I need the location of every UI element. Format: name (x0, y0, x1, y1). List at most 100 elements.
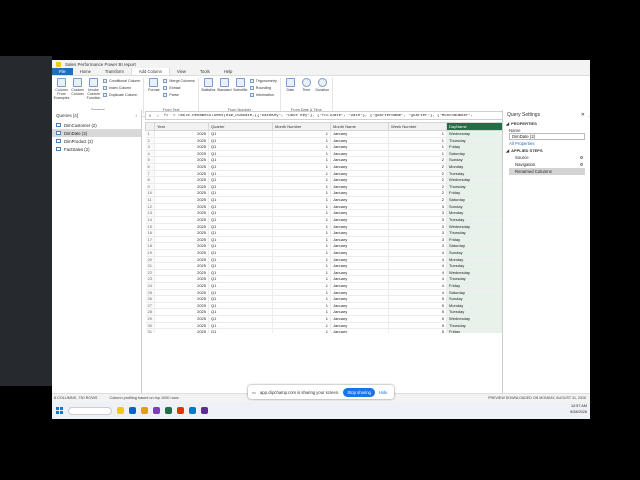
step-navigation[interactable]: Navigation (509, 161, 585, 168)
table-cell[interactable]: 3 (388, 209, 447, 217)
table-cell[interactable]: Q1 (208, 196, 273, 204)
table-cell[interactable]: 1 (272, 295, 331, 303)
table-cell[interactable]: January (330, 315, 389, 323)
table-row[interactable]: 31 2025 Q1 1 January 5 Friday (145, 328, 544, 333)
outlook-app-icon[interactable] (189, 407, 196, 414)
extract-button[interactable]: Extract (163, 85, 194, 91)
table-cell[interactable]: 5 (388, 302, 447, 310)
table-cell[interactable]: Q1 (208, 156, 273, 165)
table-cell[interactable]: 2025 (154, 216, 209, 224)
row-number[interactable]: 15 (145, 223, 155, 231)
table-cell[interactable]: January (330, 196, 389, 204)
table-cell[interactable]: 1 (272, 203, 331, 211)
tab-help[interactable]: Help (217, 68, 240, 75)
table-cell[interactable]: 2 (388, 183, 447, 191)
row-number[interactable]: 19 (145, 249, 155, 257)
teams-app-icon[interactable] (153, 407, 160, 414)
close-icon[interactable]: ✕ (581, 112, 585, 118)
query-name-field[interactable]: DimDate (2) (509, 133, 585, 140)
table-cell[interactable]: 1 (272, 236, 331, 244)
table-cell[interactable]: Q1 (208, 322, 273, 330)
table-cell[interactable]: January (330, 137, 389, 145)
table-cell[interactable]: January (330, 275, 389, 283)
table-cell[interactable]: 1 (388, 137, 447, 145)
table-cell[interactable]: Q1 (208, 176, 273, 184)
row-number[interactable]: 23 (145, 275, 155, 283)
query-item-factsales[interactable]: FactSales (2) (52, 145, 141, 153)
table-cell[interactable]: 2025 (154, 143, 209, 151)
table-cell[interactable]: 1 (272, 130, 331, 138)
confirm-icon[interactable]: ✓ (154, 113, 162, 118)
table-cell[interactable]: Q1 (208, 189, 273, 198)
table-row[interactable]: 3 2025 Q1 1 January 1 Friday (145, 143, 544, 151)
table-cell[interactable]: January (330, 176, 389, 184)
merge-columns-button[interactable]: Merge Columns (163, 78, 195, 84)
table-row[interactable]: 21 2025 Q1 1 January 4 Tuesday (145, 262, 544, 270)
row-number[interactable]: 4 (145, 150, 155, 158)
table-cell[interactable]: January (330, 322, 389, 330)
row-number[interactable]: 30 (145, 322, 155, 330)
table-cell[interactable]: Q1 (208, 170, 273, 178)
table-cell[interactable]: January (330, 163, 389, 171)
formula-input[interactable]: = Table.RenameColumns(dim_DimDate,{{"Dat… (170, 114, 538, 118)
table-cell[interactable]: 1 (272, 150, 331, 158)
table-cell[interactable]: 2025 (154, 183, 209, 191)
table-cell[interactable]: 2025 (154, 308, 209, 317)
table-cell[interactable]: 1 (272, 242, 331, 250)
table-cell[interactable]: 2025 (154, 163, 209, 171)
table-cell[interactable]: Q1 (208, 315, 273, 323)
table-cell[interactable]: 1 (388, 130, 447, 138)
row-number[interactable]: 10 (145, 189, 155, 198)
table-cell[interactable]: 3 (388, 242, 447, 250)
row-number[interactable]: 2 (145, 137, 155, 145)
table-row[interactable]: 17 2025 Q1 1 January 3 Friday (145, 236, 544, 244)
table-cell[interactable]: 2025 (154, 282, 209, 290)
table-cell[interactable]: 2025 (154, 289, 209, 297)
tab-add-column[interactable]: Add Column (130, 68, 170, 75)
column-header-year[interactable]: Year (154, 122, 209, 131)
windows-start-icon[interactable] (56, 407, 63, 414)
scientific-button[interactable]: Scientific (233, 78, 247, 108)
row-number[interactable]: 6 (145, 163, 155, 171)
table-row[interactable]: 19 2025 Q1 1 January 4 Sunday (145, 249, 544, 257)
table-cell[interactable]: 4 (388, 289, 447, 297)
index-column-button[interactable]: Index Column (103, 85, 140, 91)
query-item-dimdate[interactable]: DimDate (2) (52, 129, 141, 137)
row-number[interactable]: 20 (145, 256, 155, 264)
table-cell[interactable]: 4 (388, 256, 447, 264)
table-cell[interactable]: January (330, 308, 389, 317)
table-cell[interactable]: 1 (388, 143, 447, 151)
table-cell[interactable]: 5 (388, 328, 447, 333)
powerbi-app-icon[interactable] (117, 407, 124, 414)
parse-button[interactable]: Parse (163, 92, 194, 98)
table-cell[interactable]: 2025 (154, 223, 209, 231)
table-cell[interactable]: 1 (272, 315, 331, 323)
properties-section[interactable]: ◢ PROPERTIES (503, 120, 588, 127)
table-cell[interactable]: January (330, 209, 389, 217)
table-row[interactable]: 28 2025 Q1 1 January 5 Tuesday (145, 308, 544, 317)
table-cell[interactable]: Q1 (208, 295, 273, 303)
applied-steps-section[interactable]: ◢ APPLIED STEPS (503, 147, 588, 154)
table-cell[interactable]: Q1 (208, 137, 273, 145)
table-cell[interactable]: January (330, 242, 389, 250)
folder-app-icon[interactable] (141, 407, 148, 414)
row-number[interactable]: 16 (145, 229, 155, 237)
table-row[interactable]: 6 2025 Q1 1 January 2 Monday (145, 163, 544, 171)
table-cell[interactable]: 1 (272, 328, 331, 333)
table-row[interactable]: 24 2025 Q1 1 January 4 Friday (145, 282, 544, 290)
table-row[interactable]: 10 2025 Q1 1 January 2 Friday (145, 189, 544, 198)
table-cell[interactable]: 2025 (154, 196, 209, 204)
row-number[interactable]: 13 (145, 209, 155, 217)
row-number[interactable]: 1 (145, 130, 155, 138)
rounding-button[interactable]: Rounding (249, 85, 277, 91)
table-cell[interactable]: 1 (272, 289, 331, 297)
table-cell[interactable]: 2025 (154, 249, 209, 257)
table-cell[interactable]: 3 (388, 229, 447, 237)
duplicate-column-button[interactable]: Duplicate Column (103, 92, 140, 98)
table-cell[interactable]: 2025 (154, 156, 209, 165)
table-row[interactable]: 11 2025 Q1 1 January 2 Saturday (145, 196, 544, 204)
tab-file[interactable]: File (52, 68, 73, 75)
conditional-column-button[interactable]: Conditional Column (103, 78, 140, 84)
table-cell[interactable]: Q1 (208, 242, 273, 250)
row-number[interactable]: 5 (145, 156, 155, 165)
